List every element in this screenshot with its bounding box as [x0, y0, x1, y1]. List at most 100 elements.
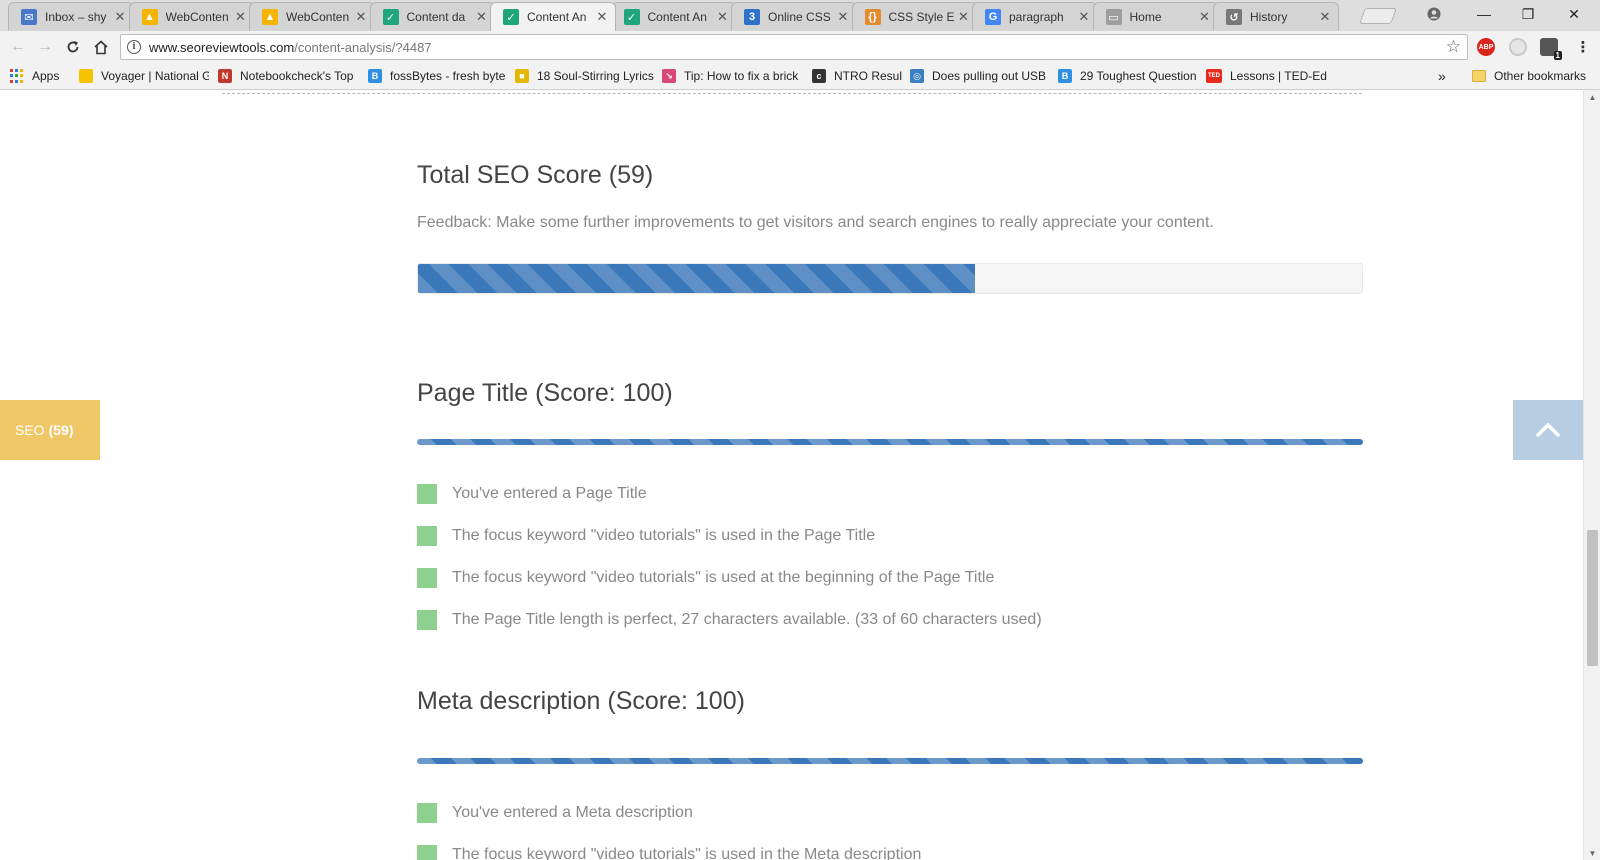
bookmark-label: Apps	[32, 69, 60, 83]
meta-description-section-title: Meta description (Score: 100)	[417, 687, 745, 715]
home-icon[interactable]	[90, 36, 112, 58]
browser-tab[interactable]: {} CSS Style E ✕	[851, 2, 978, 31]
tab-close-icon[interactable]: ✕	[836, 9, 850, 25]
bookmark-item[interactable]: BfossBytes - fresh byte	[368, 67, 508, 85]
browser-tab[interactable]: ↺ History ✕	[1213, 2, 1339, 31]
tab-title: Inbox – shy	[45, 10, 107, 24]
scroll-down-arrow-icon[interactable]: ▼	[1584, 846, 1600, 860]
tab-close-icon[interactable]: ✕	[716, 9, 730, 25]
browser-tab[interactable]: 3 Online CSS ✕	[731, 2, 857, 31]
page-scrollbar[interactable]: ▲ ▼	[1583, 90, 1600, 860]
window-close-button[interactable]: ✕	[1552, 0, 1596, 28]
check-item-text: The Page Title length is perfect, 27 cha…	[452, 611, 1042, 628]
scroll-up-arrow-icon[interactable]: ▲	[1584, 90, 1600, 104]
minimize-button[interactable]: —	[1462, 0, 1506, 28]
extension-icon[interactable]	[1509, 38, 1527, 56]
tab-title: Content da	[406, 10, 466, 24]
seo-score-side-tab[interactable]: SEO (59)	[0, 400, 100, 460]
tab-title: Content An	[647, 10, 707, 24]
url-host: www.seoreviewtools.com	[149, 39, 295, 55]
check-square-icon	[417, 803, 437, 823]
adblock-plus-icon[interactable]: ABP	[1477, 38, 1495, 56]
drive-icon: ▲	[262, 9, 278, 25]
bookmark-item[interactable]: c NTRO Result	[812, 67, 902, 85]
apps-icon	[10, 69, 24, 83]
check-item: The Page Title length is perfect, 27 cha…	[417, 610, 1042, 630]
tab-close-icon[interactable]: ✕	[234, 9, 248, 25]
browser-tab[interactable]: ▲ WebConten ✕	[128, 2, 255, 31]
check-icon: ✓	[382, 9, 399, 25]
page-icon: ▭	[1105, 9, 1122, 25]
other-bookmarks[interactable]: Other bookmarks	[1472, 67, 1586, 85]
browser-tab[interactable]: ✓ Content An ✕	[610, 2, 737, 31]
total-score-progress-fill	[418, 264, 975, 293]
bookmark-item[interactable]: N Notebookcheck's Top	[218, 67, 358, 85]
tab-strip: ✉ Inbox – shy ✕ ▲ WebConten ✕ ▲ WebConten ✕ ✓ Cont…	[0, 0, 1600, 31]
tab-close-icon[interactable]: ✕	[595, 9, 609, 25]
dashed-divider	[222, 93, 1362, 94]
ted-icon: TED	[1206, 69, 1222, 83]
profile-icon[interactable]	[1412, 0, 1456, 28]
css-icon: 3	[744, 9, 760, 25]
check-square-icon	[417, 526, 437, 546]
extension-badge-icon[interactable]: 1	[1540, 38, 1562, 60]
bookmark-item[interactable]: ↘ Tip: How to fix a brick	[662, 67, 802, 85]
address-bar[interactable]: i www.seoreviewtools.com/content-analysi…	[120, 34, 1468, 60]
check-item-text: The focus keyword "video tutorials" is u…	[452, 846, 922, 860]
url-path: /content-analysis/?4487	[294, 39, 432, 55]
check-square-icon	[417, 484, 437, 504]
total-score-progress-bar	[417, 263, 1363, 294]
notebookcheck-icon: N	[218, 69, 232, 83]
bookmark-label: Notebookcheck's Top	[240, 69, 354, 83]
tab-title: WebConten	[286, 10, 350, 24]
site-info-icon[interactable]: i	[127, 40, 141, 54]
bookmark-item[interactable]: TED Lessons | TED-Ed	[1206, 67, 1336, 85]
forward-arrow-icon[interactable]: →	[34, 36, 56, 58]
check-item: The focus keyword "video tutorials" is u…	[417, 845, 921, 860]
scroll-to-top-button[interactable]	[1513, 400, 1583, 460]
browser-tab[interactable]: ✉ Inbox – shy ✕	[8, 2, 134, 31]
bookmark-icon: ■	[515, 69, 529, 83]
bookmark-item[interactable]: Voyager | National Ge	[79, 67, 209, 85]
page-title-section-title: Page Title (Score: 100)	[417, 379, 673, 407]
back-arrow-icon[interactable]: ←	[7, 36, 29, 58]
bookmark-label: NTRO Result	[834, 69, 902, 83]
check-item: You've entered a Page Title	[417, 484, 647, 504]
bookmark-label: Does pulling out USB	[932, 69, 1047, 83]
folder-icon	[1472, 70, 1486, 82]
bookmark-item[interactable]: ◎ Does pulling out USB	[910, 67, 1050, 85]
tab-close-icon[interactable]: ✕	[475, 9, 489, 25]
new-tab-button[interactable]	[1359, 8, 1397, 24]
tab-close-icon[interactable]: ✕	[354, 9, 368, 25]
braces-icon: {}	[864, 9, 881, 25]
tab-close-icon[interactable]: ✕	[1198, 9, 1212, 25]
tab-close-icon[interactable]: ✕	[957, 9, 971, 25]
bookmark-star-icon[interactable]: ☆	[1446, 37, 1461, 57]
check-item-text: The focus keyword "video tutorials" is u…	[452, 569, 995, 586]
tab-close-icon[interactable]: ✕	[1318, 9, 1332, 25]
browser-tab[interactable]: ▭ Home ✕	[1092, 2, 1219, 31]
more-bookmarks-chevron[interactable]: »	[1438, 67, 1446, 85]
browser-tab[interactable]: ▲ WebConten ✕	[249, 2, 375, 31]
bookmark-label: Lessons | TED-Ed	[1230, 69, 1327, 83]
restore-button[interactable]: ❐	[1506, 0, 1550, 28]
scrollbar-thumb[interactable]	[1587, 530, 1598, 666]
chrome-menu-icon[interactable]: ⋮	[1572, 36, 1594, 58]
bookmark-item[interactable]: B 29 Toughest Question	[1058, 67, 1198, 85]
reload-icon[interactable]	[62, 36, 84, 58]
browser-tab[interactable]: ✓ Content da ✕	[369, 2, 496, 31]
tip-icon: ↘	[662, 69, 676, 83]
history-icon: ↺	[1226, 9, 1242, 25]
check-square-icon	[417, 845, 437, 860]
browser-tab[interactable]: ✓ Content An ✕	[490, 2, 616, 31]
chevron-up-icon	[1536, 422, 1560, 437]
tab-title: Content An	[527, 10, 587, 24]
ntro-icon: c	[812, 69, 826, 83]
check-item: The focus keyword "video tutorials" is u…	[417, 526, 875, 546]
tab-close-icon[interactable]: ✕	[113, 9, 127, 25]
browser-tab[interactable]: Gparagraph ✕	[972, 2, 1098, 31]
bookmark-item[interactable]: ■ 18 Soul-Stirring Lyrics	[515, 67, 655, 85]
tab-close-icon[interactable]: ✕	[1077, 9, 1091, 25]
page-title-score-bar	[417, 439, 1363, 445]
bookmark-item[interactable]: Apps	[10, 67, 70, 85]
